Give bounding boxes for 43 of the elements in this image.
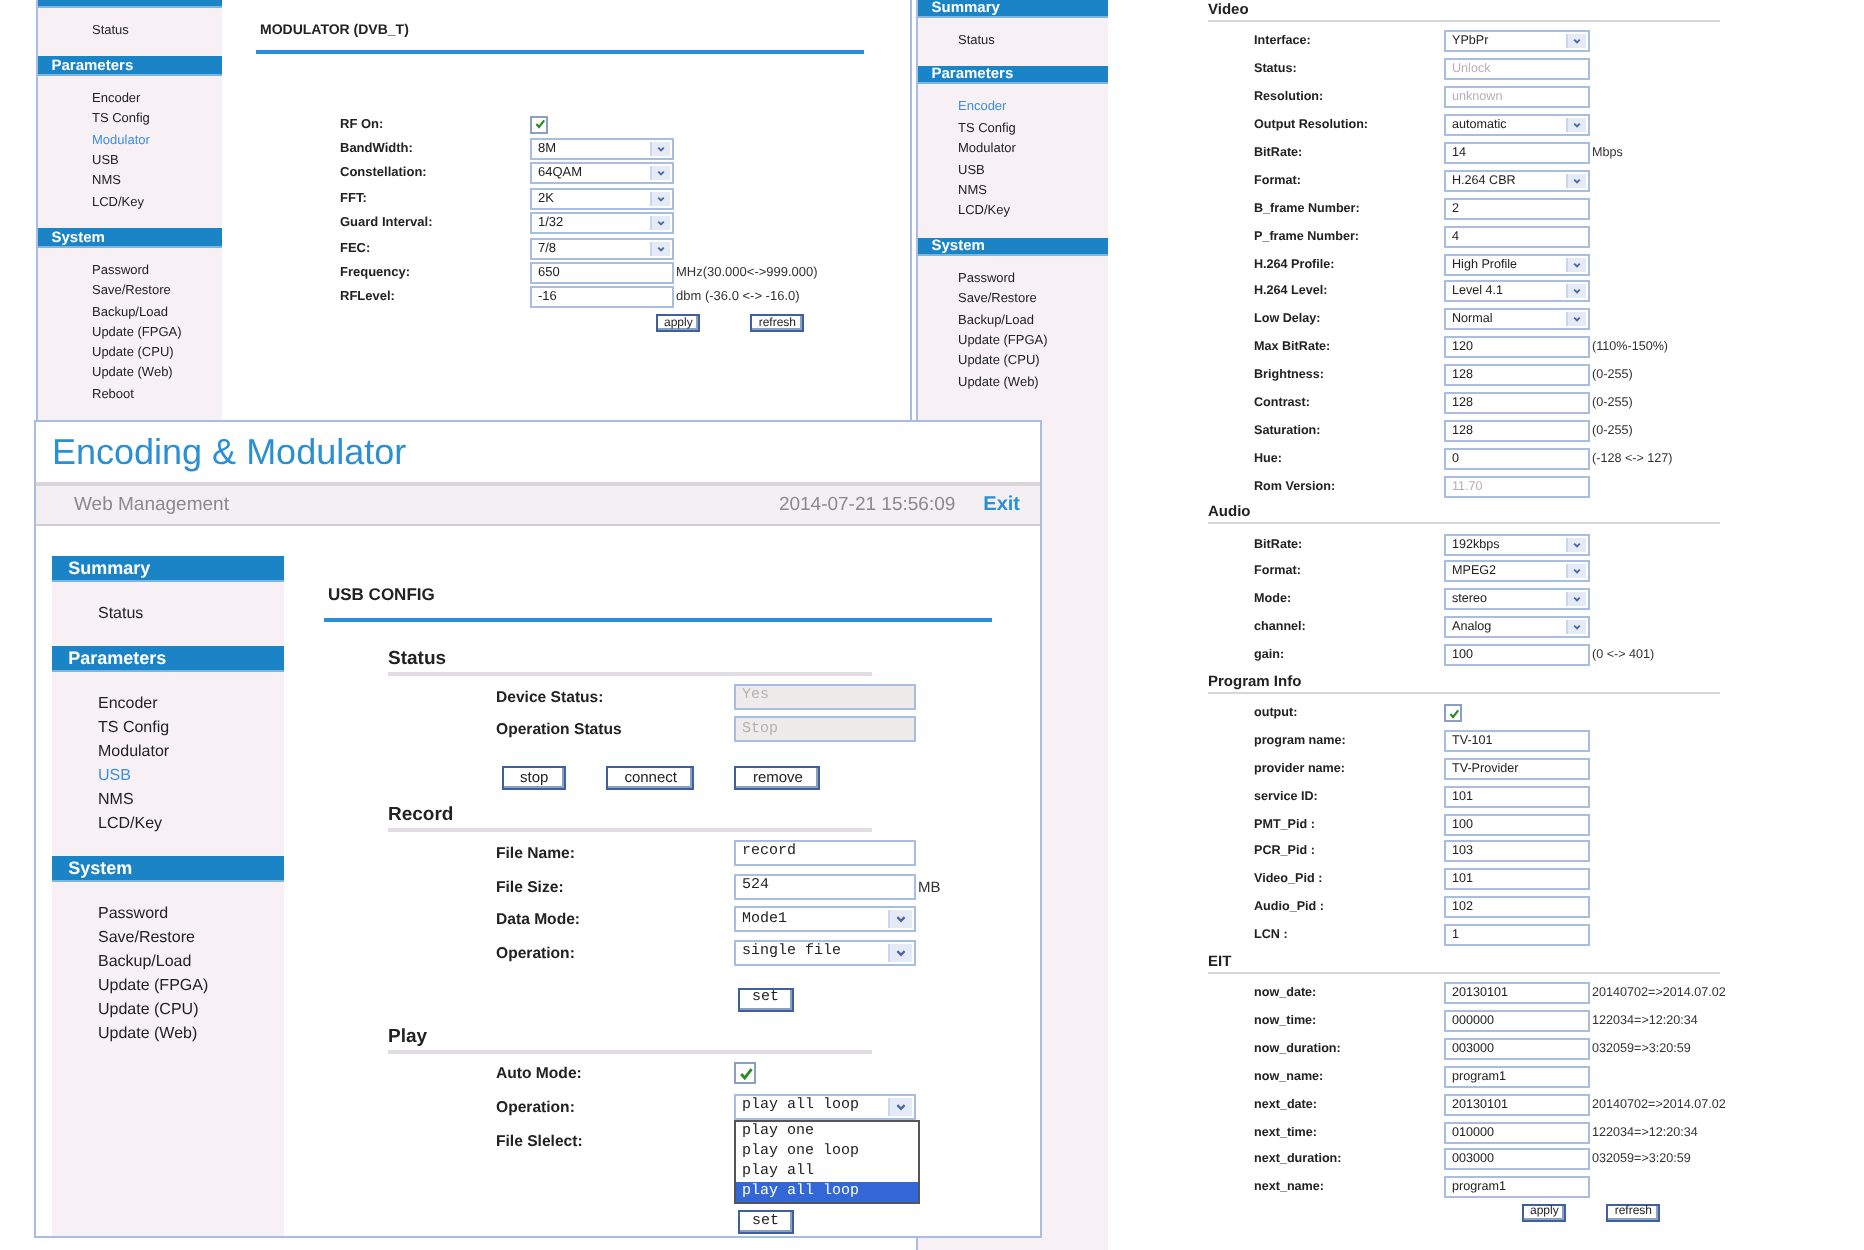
sidebar-item[interactable]: Update (FPGA) xyxy=(98,974,284,998)
checkbox[interactable] xyxy=(530,115,548,134)
sidebar-item[interactable]: Encoder xyxy=(98,692,284,716)
sidebar-item[interactable]: Save/Restore xyxy=(98,926,284,950)
caret-icon xyxy=(650,241,670,256)
caret-icon xyxy=(650,142,670,157)
caret-icon xyxy=(1566,620,1586,635)
checkbox[interactable] xyxy=(734,1062,756,1085)
caret-icon xyxy=(1566,118,1586,133)
section-heading: Status xyxy=(388,648,872,676)
caret-icon xyxy=(1566,592,1586,607)
checkbox[interactable] xyxy=(1444,704,1462,723)
sidebar-item[interactable]: Update (Web) xyxy=(98,1022,284,1046)
subtitle: Web Management xyxy=(74,494,231,516)
sidebar-item[interactable]: TS Config xyxy=(98,716,284,740)
caret-icon xyxy=(888,943,912,962)
sidebar-item[interactable]: Modulator xyxy=(98,740,284,764)
caret-icon xyxy=(1566,312,1586,327)
sidebar-item[interactable]: NMS xyxy=(98,788,284,812)
sidebar-item[interactable]: Update (CPU) xyxy=(98,998,284,1022)
app-title: Encoding & Modulator xyxy=(52,431,407,473)
caret-icon xyxy=(1566,564,1586,579)
caret-icon xyxy=(1566,537,1586,552)
caret-icon xyxy=(1566,173,1586,188)
caret-icon xyxy=(650,191,670,206)
sidebar-item[interactable]: Status xyxy=(98,602,284,626)
sidebar-section-header: Parameters xyxy=(52,646,284,672)
section-heading: Play xyxy=(388,1025,872,1054)
sidebar-section-header: Summary xyxy=(52,556,284,582)
section-heading: Record xyxy=(388,804,872,833)
sidebar-item[interactable]: Password xyxy=(98,902,284,926)
caret-icon xyxy=(1566,284,1586,299)
date-time: 2014-07-21 15:56:09 xyxy=(778,494,956,516)
sidebar-item[interactable]: Backup/Load xyxy=(98,950,284,974)
caret-icon xyxy=(650,216,670,231)
caret-icon xyxy=(1566,257,1586,272)
caret-icon xyxy=(888,1097,912,1116)
caret-icon xyxy=(888,910,912,929)
sidebar-item[interactable]: LCD/Key xyxy=(98,812,284,836)
sidebar-section-header: System xyxy=(52,856,284,882)
caret-icon xyxy=(650,166,670,181)
caret-icon xyxy=(1566,34,1586,49)
page-heading: USB CONFIG xyxy=(324,584,992,622)
